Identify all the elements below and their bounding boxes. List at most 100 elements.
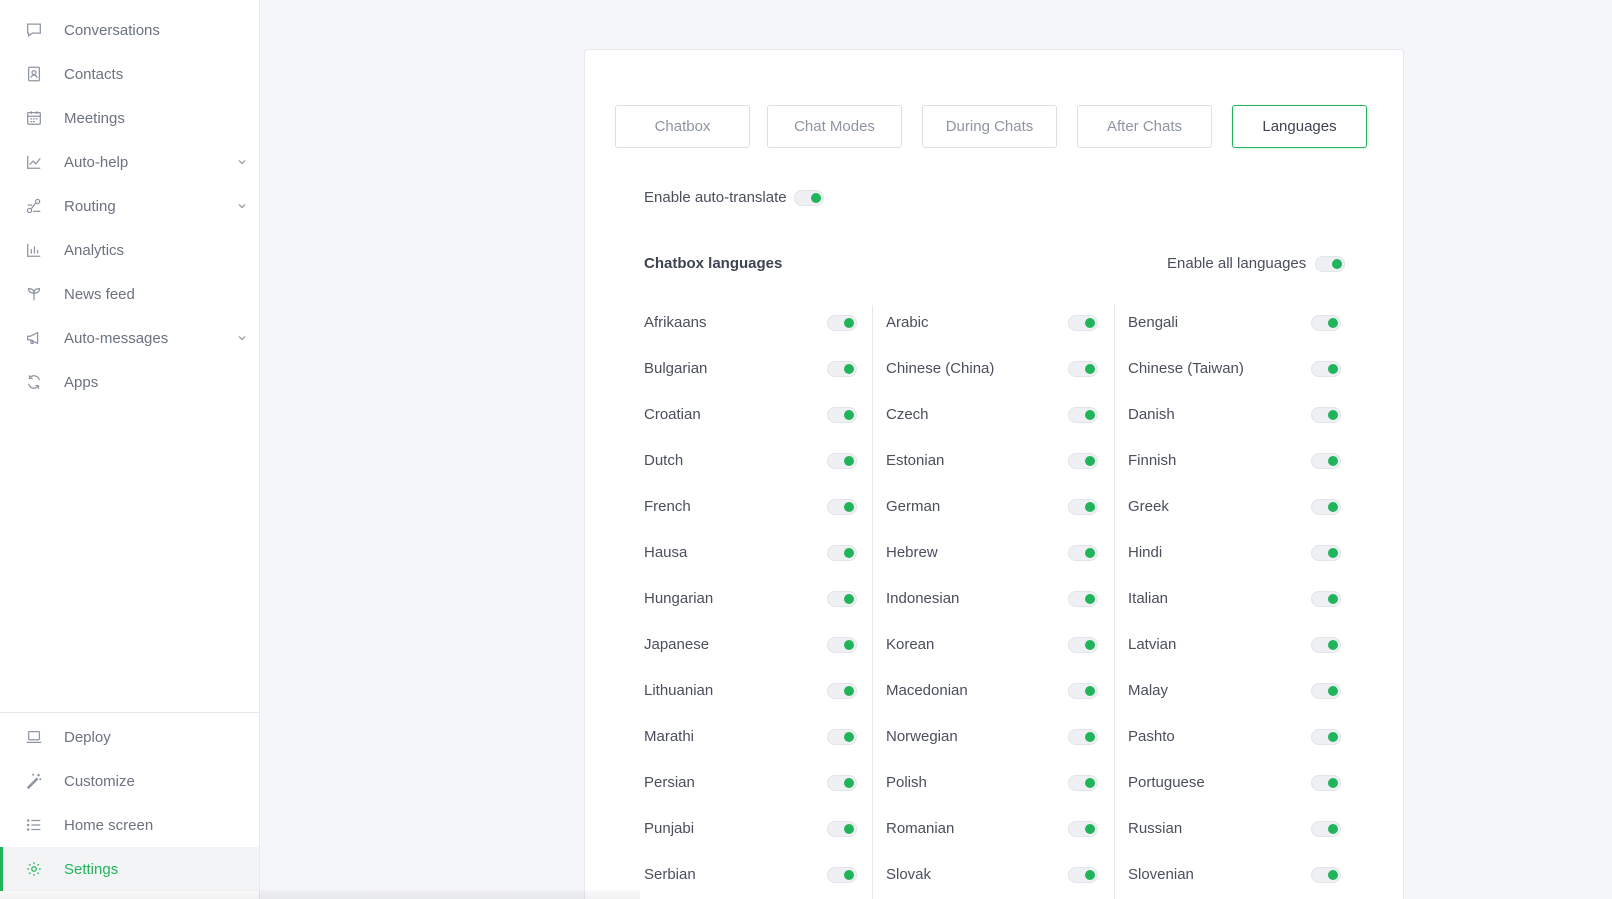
- language-toggle-croatian[interactable]: [827, 407, 857, 423]
- language-row-serbian: Serbian: [644, 854, 861, 899]
- trend-chart-icon: [24, 152, 44, 172]
- language-label: Latvian: [1128, 636, 1177, 653]
- chevron-down-icon[interactable]: [237, 154, 251, 168]
- language-toggle-marathi[interactable]: [827, 729, 857, 745]
- language-toggle-slovak[interactable]: [1068, 867, 1098, 883]
- language-toggle-dutch[interactable]: [827, 453, 857, 469]
- auto-translate-toggle[interactable]: [794, 190, 824, 206]
- language-row-hungarian: Hungarian: [644, 578, 861, 624]
- sidebar-item-customize[interactable]: Customize: [0, 759, 259, 803]
- language-label: Punjabi: [644, 820, 695, 837]
- toggle-knob: [811, 193, 821, 203]
- language-toggle-arabic[interactable]: [1068, 315, 1098, 331]
- chevron-down-icon[interactable]: [237, 198, 251, 212]
- sidebar-item-analytics[interactable]: Analytics: [0, 228, 259, 272]
- language-label: Hindi: [1128, 544, 1163, 561]
- toggle-knob: [844, 456, 854, 466]
- language-toggle-korean[interactable]: [1068, 637, 1098, 653]
- language-label: German: [886, 498, 941, 515]
- sidebar-item-routing[interactable]: Routing: [0, 184, 259, 228]
- tab-chat-modes[interactable]: Chat Modes: [767, 105, 902, 148]
- language-toggle-lithuanian[interactable]: [827, 683, 857, 699]
- language-toggle-slovenian[interactable]: [1311, 867, 1341, 883]
- toggle-knob: [1085, 824, 1095, 834]
- language-toggle-pashto[interactable]: [1311, 729, 1341, 745]
- language-toggle-german[interactable]: [1068, 499, 1098, 515]
- language-toggle-portuguese[interactable]: [1311, 775, 1341, 791]
- toggle-knob: [1328, 318, 1338, 328]
- language-toggle-hausa[interactable]: [827, 545, 857, 561]
- language-toggle-bengali[interactable]: [1311, 315, 1341, 331]
- toggle-knob: [1328, 824, 1338, 834]
- language-toggle-macedonian[interactable]: [1068, 683, 1098, 699]
- language-toggle-hebrew[interactable]: [1068, 545, 1098, 561]
- sidebar-divider: [0, 712, 259, 713]
- language-toggle-hindi[interactable]: [1311, 545, 1341, 561]
- language-toggle-estonian[interactable]: [1068, 453, 1098, 469]
- sidebar-item-auto-messages[interactable]: Auto-messages: [0, 316, 259, 360]
- sidebar-item-conversations[interactable]: Conversations: [0, 8, 259, 52]
- sidebar-item-label: Conversations: [64, 21, 160, 39]
- toggle-knob: [1332, 259, 1342, 269]
- language-row-norwegian: Norwegian: [886, 716, 1102, 762]
- sidebar-item-apps[interactable]: Apps: [0, 360, 259, 404]
- language-toggle-czech[interactable]: [1068, 407, 1098, 423]
- sidebar-item-deploy[interactable]: Deploy: [0, 715, 259, 759]
- language-label: Slovenian: [1128, 866, 1194, 883]
- language-toggle-bulgarian[interactable]: [827, 361, 857, 377]
- column-divider: [1114, 305, 1115, 899]
- language-toggle-russian[interactable]: [1311, 821, 1341, 837]
- language-toggle-afrikaans[interactable]: [827, 315, 857, 331]
- chevron-down-icon[interactable]: [237, 330, 251, 344]
- language-toggle-norwegian[interactable]: [1068, 729, 1098, 745]
- language-row-portuguese: Portuguese: [1128, 762, 1345, 808]
- language-toggle-hungarian[interactable]: [827, 591, 857, 607]
- tab-chatbox[interactable]: Chatbox: [615, 105, 750, 148]
- language-label: Bengali: [1128, 314, 1179, 331]
- column-divider: [872, 305, 873, 899]
- sidebar-item-auto-help[interactable]: Auto-help: [0, 140, 259, 184]
- sidebar-item-contacts[interactable]: Contacts: [0, 52, 259, 96]
- language-toggle-greek[interactable]: [1311, 499, 1341, 515]
- sidebar-item-home-screen[interactable]: Home screen: [0, 803, 259, 847]
- language-toggle-danish[interactable]: [1311, 407, 1341, 423]
- tab-after-chats[interactable]: After Chats: [1077, 105, 1212, 148]
- language-label: Macedonian: [886, 682, 968, 699]
- language-row-latvian: Latvian: [1128, 624, 1345, 670]
- toggle-knob: [1328, 870, 1338, 880]
- language-row-korean: Korean: [886, 624, 1102, 670]
- language-label: Norwegian: [886, 728, 958, 745]
- language-toggle-serbian[interactable]: [827, 867, 857, 883]
- language-row-italian: Italian: [1128, 578, 1345, 624]
- toggle-knob: [1085, 640, 1095, 650]
- language-toggle-french[interactable]: [827, 499, 857, 515]
- language-toggle-finnish[interactable]: [1311, 453, 1341, 469]
- language-toggle-indonesian[interactable]: [1068, 591, 1098, 607]
- language-toggle-romanian[interactable]: [1068, 821, 1098, 837]
- language-toggle-italian[interactable]: [1311, 591, 1341, 607]
- sidebar-item-settings[interactable]: Settings: [0, 847, 259, 891]
- sidebar-item-label: Customize: [64, 772, 135, 790]
- language-row-chinese-taiwan: Chinese (Taiwan): [1128, 348, 1345, 394]
- sidebar-item-label: Routing: [64, 197, 116, 215]
- language-toggle-chinese-china[interactable]: [1068, 361, 1098, 377]
- calendar-icon: [24, 108, 44, 128]
- gear-icon: [24, 859, 44, 879]
- tab-during-chats[interactable]: During Chats: [922, 105, 1057, 148]
- language-toggle-punjabi[interactable]: [827, 821, 857, 837]
- language-toggle-polish[interactable]: [1068, 775, 1098, 791]
- enable-all-languages-toggle[interactable]: [1315, 256, 1345, 272]
- sidebar-item-meetings[interactable]: Meetings: [0, 96, 259, 140]
- toggle-knob: [1328, 686, 1338, 696]
- language-row-czech: Czech: [886, 394, 1102, 440]
- language-toggle-malay[interactable]: [1311, 683, 1341, 699]
- language-toggle-persian[interactable]: [827, 775, 857, 791]
- sidebar-item-label: Auto-help: [64, 153, 129, 171]
- language-toggle-chinese-taiwan[interactable]: [1311, 361, 1341, 377]
- language-toggle-latvian[interactable]: [1311, 637, 1341, 653]
- language-toggle-japanese[interactable]: [827, 637, 857, 653]
- toggle-knob: [1328, 548, 1338, 558]
- sidebar-item-news-feed[interactable]: News feed: [0, 272, 259, 316]
- language-row-croatian: Croatian: [644, 394, 861, 440]
- tab-languages[interactable]: Languages: [1232, 105, 1367, 148]
